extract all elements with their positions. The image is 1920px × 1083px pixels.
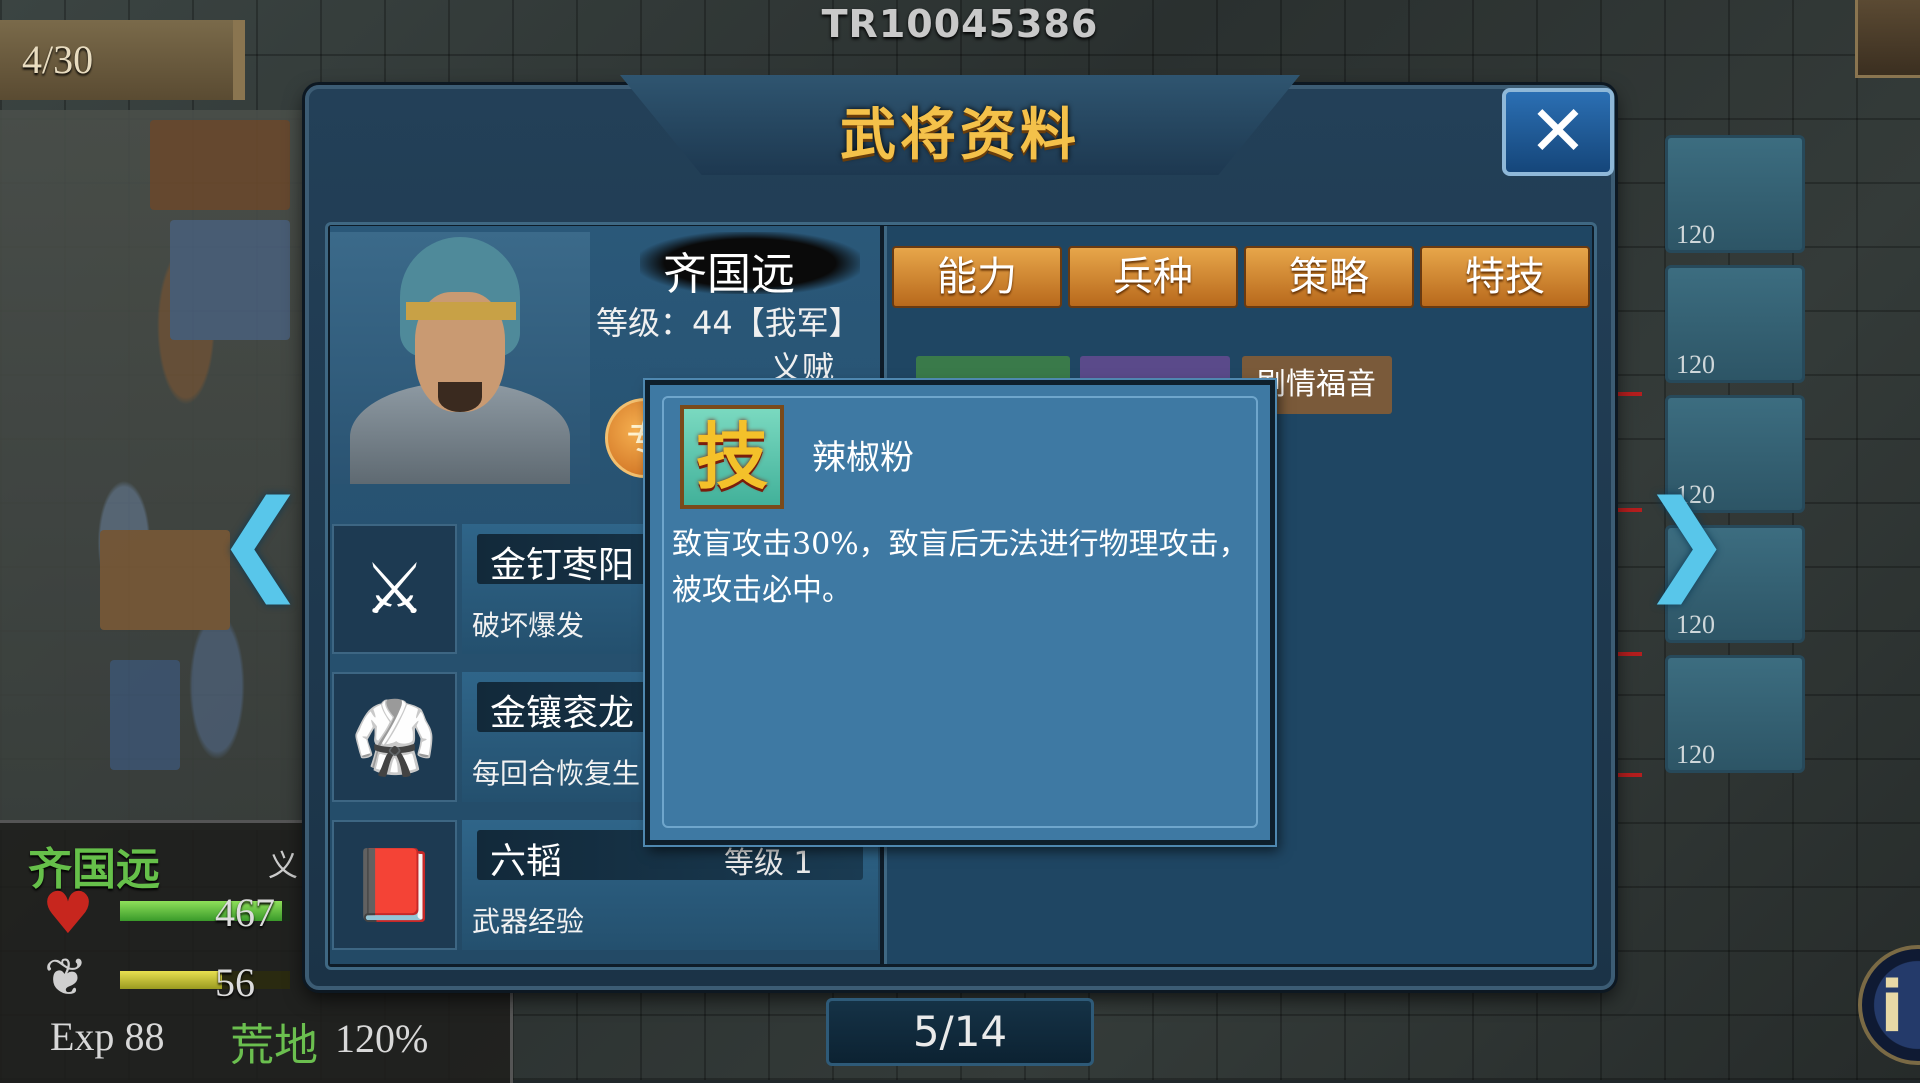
heart-icon: ♥ bbox=[42, 879, 94, 947]
turn-counter: 4/30 bbox=[0, 20, 245, 100]
mp-value: 56 bbox=[215, 960, 255, 1005]
slot-highlight bbox=[1612, 652, 1642, 777]
feather-icon: ❦ bbox=[44, 948, 88, 1008]
general-level: 等级：44【我军】 bbox=[596, 304, 861, 342]
mp-bar bbox=[120, 971, 290, 989]
portrait-headband bbox=[406, 302, 516, 320]
general-name: 齐国远 bbox=[663, 249, 795, 300]
portrait-beard bbox=[438, 382, 482, 412]
terrain-bonus: 120% bbox=[335, 1016, 429, 1061]
equipment-name: 金镶衮龙 bbox=[490, 693, 635, 734]
book-icon: 📕 bbox=[332, 820, 457, 950]
hp-value: 467 bbox=[215, 890, 275, 935]
exp-value: 88 bbox=[124, 1014, 165, 1059]
menu-corner-icon[interactable] bbox=[1855, 0, 1920, 78]
exp-label: Exp bbox=[50, 1014, 115, 1059]
tab-strategy[interactable]: 策略 bbox=[1244, 246, 1414, 308]
map-buildings-area bbox=[0, 110, 310, 830]
map-slot[interactable]: 120 bbox=[1665, 655, 1805, 773]
info-tabs: 能力 兵种 策略 特技 bbox=[892, 246, 1592, 308]
mp-bar-fill bbox=[120, 971, 222, 989]
book-glyph: 📕 bbox=[350, 844, 439, 926]
robe-glyph: 🥋 bbox=[350, 696, 439, 778]
equipment-name: 六韬 bbox=[490, 841, 563, 882]
equipment-desc: 武器经验 bbox=[472, 905, 585, 938]
close-button[interactable]: ✕ bbox=[1502, 88, 1614, 176]
skill-description: 致盲攻击30%，致盲后无法进行物理攻击，被攻击必中。 bbox=[672, 527, 1249, 608]
skill-name: 辣椒粉 bbox=[812, 438, 914, 478]
slot-value: 120 bbox=[1676, 610, 1715, 639]
tab-ability[interactable]: 能力 bbox=[892, 246, 1062, 308]
building bbox=[170, 220, 290, 340]
unit-class-tag: 义 bbox=[268, 849, 298, 884]
page-indicator: 5/14 bbox=[826, 998, 1094, 1066]
slot-value: 120 bbox=[1676, 740, 1715, 769]
slot-highlight bbox=[1612, 392, 1642, 512]
equipment-desc: 破坏爆发 bbox=[472, 609, 585, 642]
next-general-arrow[interactable]: ❯ bbox=[1640, 485, 1732, 595]
equipment-name: 金钉枣阳 bbox=[490, 545, 635, 586]
dialog-title: 武将资料 bbox=[840, 103, 1080, 168]
exp-text: Exp 88 bbox=[50, 1013, 164, 1060]
map-slot[interactable]: 120 bbox=[1665, 265, 1805, 383]
building bbox=[100, 530, 230, 630]
tab-troop-type[interactable]: 兵种 bbox=[1068, 246, 1238, 308]
prev-general-arrow[interactable]: ❮ bbox=[215, 485, 307, 595]
robe-icon: 🥋 bbox=[332, 672, 457, 802]
skill-icon: 技 bbox=[680, 405, 784, 509]
map-slot[interactable]: 120 bbox=[1665, 135, 1805, 253]
map-id-text: TR10045386 bbox=[821, 2, 1099, 46]
general-portrait bbox=[330, 232, 590, 484]
building bbox=[110, 660, 180, 770]
building bbox=[150, 120, 290, 210]
equipment-desc: 每回合恢复生 bbox=[472, 757, 641, 790]
tab-special-skill[interactable]: 特技 bbox=[1420, 246, 1590, 308]
terrain-name: 荒地 bbox=[230, 1020, 318, 1071]
slot-value: 120 bbox=[1676, 220, 1715, 249]
spear-icon: ⚔ bbox=[332, 524, 457, 654]
slot-value: 120 bbox=[1676, 350, 1715, 379]
spear-glyph: ⚔ bbox=[363, 548, 426, 630]
